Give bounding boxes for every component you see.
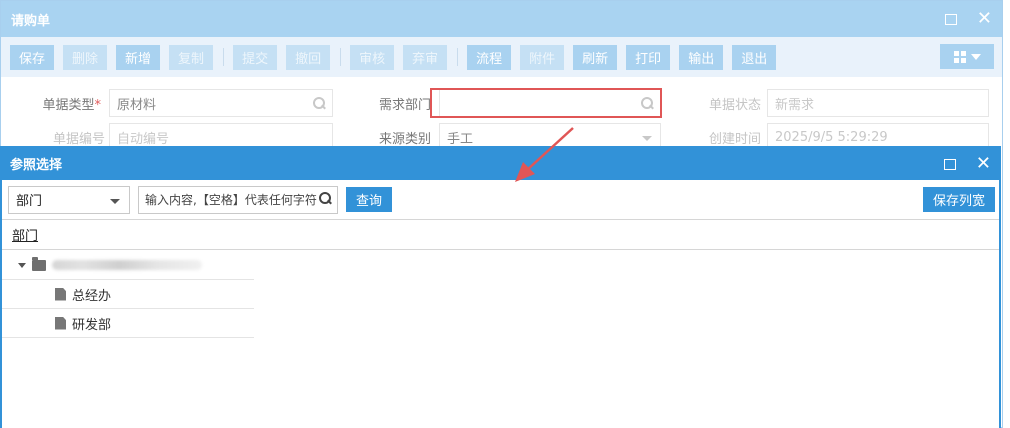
toolbar: 保存 删除 新增 复制 提交 撤回 审核 弃审 流程 附件 刷新 打印 输出 退…: [1, 37, 1002, 77]
close-icon[interactable]: ✕: [976, 155, 991, 173]
chevron-down-icon: [970, 53, 981, 60]
window-controls: ✕: [944, 1, 992, 37]
tree-item[interactable]: 总经办: [2, 280, 254, 309]
created-value: 2025/9/5 5:29:29: [775, 129, 888, 145]
exit-button[interactable]: 退出: [732, 44, 777, 70]
query-button[interactable]: 查询: [346, 187, 393, 212]
attachment-button[interactable]: 附件: [520, 44, 565, 70]
doc-no-value: 自动编号: [117, 131, 170, 147]
maximize-icon[interactable]: [943, 158, 956, 170]
source-value: 手工: [447, 131, 474, 147]
dept-label: 需求部门: [378, 97, 431, 113]
dialog-search-bar: 部门 输入内容,【空格】代表任何字符 查询 保存列宽: [2, 180, 999, 220]
save-button[interactable]: 保存: [10, 44, 55, 70]
toolbar-separator: [457, 48, 459, 66]
search-placeholder: 输入内容,【空格】代表任何字符: [145, 193, 317, 207]
doc-type-field[interactable]: 原材料: [109, 89, 333, 117]
grid-icon: [953, 50, 966, 63]
status-label: 单据状态: [708, 97, 761, 113]
field-select-value: 部门: [16, 194, 43, 209]
search-input[interactable]: 输入内容,【空格】代表任何字符: [138, 185, 338, 214]
doc-type-label: 单据类型*: [42, 97, 101, 113]
file-icon: [55, 316, 66, 330]
unapprove-button[interactable]: 弃审: [403, 44, 448, 70]
search-icon[interactable]: [313, 97, 325, 109]
withdraw-button[interactable]: 撤回: [286, 44, 331, 70]
delete-button[interactable]: 删除: [63, 44, 108, 70]
print-button[interactable]: 打印: [626, 44, 671, 70]
doc-no-label: 单据编号: [52, 131, 105, 147]
tree-root-node[interactable]: [2, 251, 254, 280]
export-button[interactable]: 输出: [679, 44, 724, 70]
expand-arrow-icon[interactable]: [18, 262, 26, 268]
created-label: 创建时间: [708, 131, 761, 147]
tree-item[interactable]: 研发部: [2, 309, 254, 338]
status-field: 新需求: [767, 89, 989, 117]
dialog-title-bar: 参照选择 ✕: [0, 146, 1001, 180]
column-header-label: 部门: [12, 229, 39, 244]
field-select[interactable]: 部门: [8, 185, 130, 214]
submit-button[interactable]: 提交: [233, 44, 278, 70]
chevron-down-icon: [642, 136, 652, 141]
close-icon[interactable]: ✕: [977, 10, 992, 28]
chevron-down-icon: [110, 198, 120, 204]
window-title-bar: 请购单 ✕: [1, 1, 1002, 37]
approve-button[interactable]: 审核: [350, 44, 395, 70]
annotation-arrow: [515, 127, 574, 182]
redacted-company-name: [52, 260, 202, 270]
workflow-button[interactable]: 流程: [467, 44, 512, 70]
refresh-button[interactable]: 刷新: [573, 44, 618, 70]
status-value: 新需求: [775, 97, 815, 113]
tree-item-label: 研发部: [72, 317, 112, 333]
department-tree: 总经办 研发部: [2, 251, 254, 338]
column-header[interactable]: 部门: [2, 220, 999, 250]
save-column-width-button[interactable]: 保存列宽: [922, 187, 995, 212]
doc-type-value: 原材料: [117, 97, 157, 113]
file-icon: [55, 287, 66, 301]
reference-dialog: 参照选择 ✕ 部门 输入内容,【空格】代表任何字符 查询 保存列宽 部门 总经办: [0, 146, 1001, 428]
toolbar-separator: [223, 48, 225, 66]
toolbar-separator: [340, 48, 342, 66]
doc-type-row: 单据类型* 原材料: [1, 89, 333, 117]
dialog-controls: ✕: [943, 146, 991, 182]
folder-open-icon: [32, 256, 46, 271]
layout-menu-button[interactable]: [940, 44, 994, 69]
status-row: 单据状态 新需求: [671, 89, 989, 117]
dept-highlight-box: [430, 88, 662, 118]
window-title: 请购单: [11, 13, 51, 29]
dialog-title: 参照选择: [10, 157, 63, 173]
copy-button[interactable]: 复制: [169, 44, 214, 70]
maximize-icon[interactable]: [944, 13, 957, 25]
tree-item-label: 总经办: [72, 288, 112, 304]
search-icon[interactable]: [319, 191, 335, 208]
new-button[interactable]: 新增: [116, 44, 161, 70]
source-label: 来源类别: [378, 131, 431, 147]
